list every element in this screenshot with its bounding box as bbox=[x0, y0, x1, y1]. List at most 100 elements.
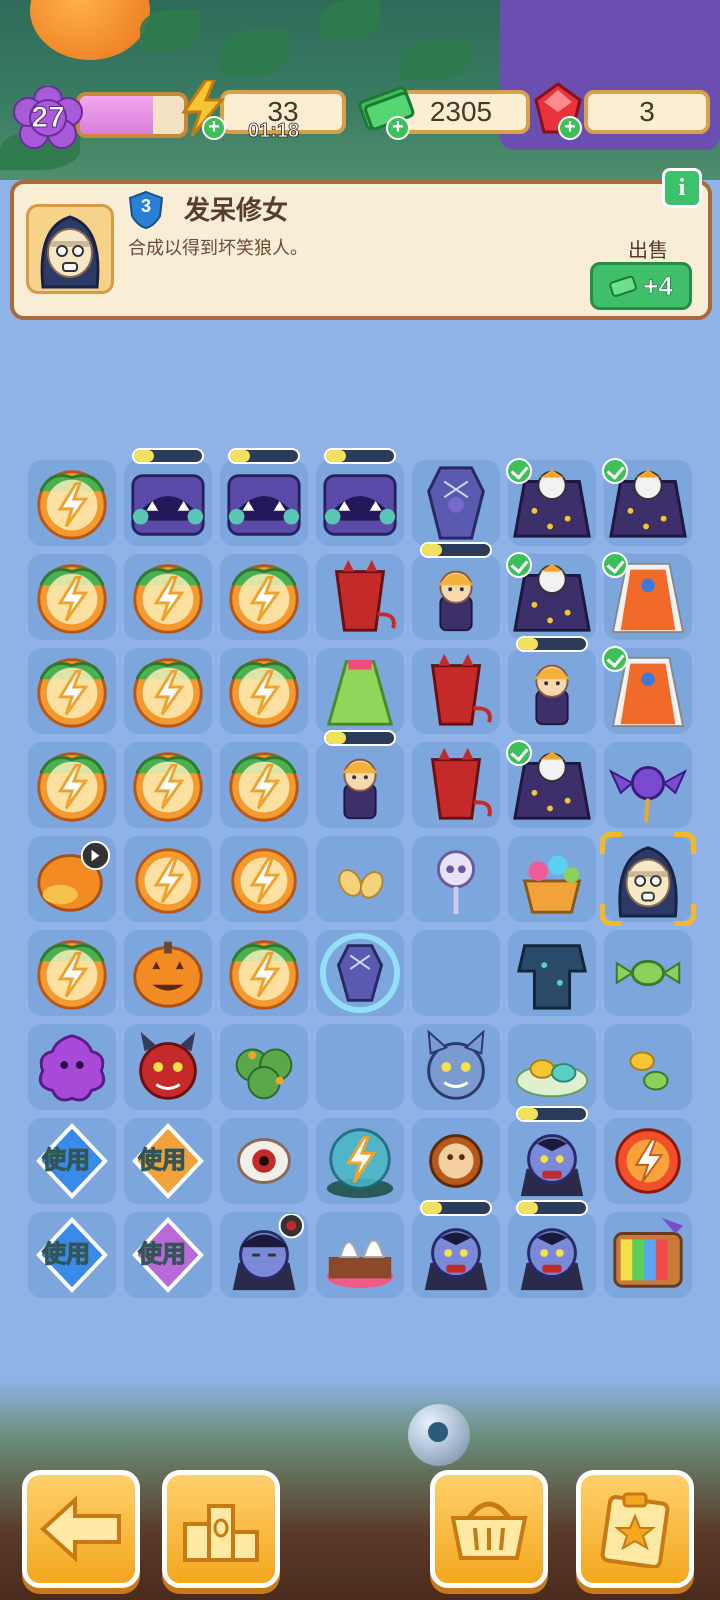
board-cell[interactable] bbox=[600, 1020, 696, 1114]
board-cell[interactable] bbox=[120, 832, 216, 926]
pumpkin-energy-icon[interactable] bbox=[222, 650, 306, 732]
pumpkin-energy-icon[interactable] bbox=[222, 744, 306, 826]
board-cell[interactable] bbox=[312, 832, 408, 926]
board-cell[interactable] bbox=[216, 1020, 312, 1114]
board-cell[interactable] bbox=[120, 738, 216, 832]
board-cell[interactable] bbox=[600, 1208, 696, 1302]
board-cell[interactable]: 使用 bbox=[120, 1208, 216, 1302]
pumpkin-energy-icon[interactable] bbox=[30, 744, 114, 826]
board-cell[interactable] bbox=[600, 644, 696, 738]
board-cell[interactable] bbox=[600, 550, 696, 644]
devil-costume-icon[interactable] bbox=[414, 744, 498, 826]
pumpkin-energy-icon[interactable] bbox=[30, 556, 114, 638]
witch-kid-icon[interactable] bbox=[510, 650, 594, 732]
board-cell[interactable] bbox=[504, 1020, 600, 1114]
devil-head-icon[interactable] bbox=[126, 1026, 210, 1108]
pumpkin-leak-icon[interactable] bbox=[30, 838, 114, 920]
board-cell[interactable] bbox=[24, 926, 120, 1020]
board-cell[interactable] bbox=[504, 926, 600, 1020]
candy-icon[interactable] bbox=[606, 932, 690, 1014]
add-gem-button[interactable]: + bbox=[558, 116, 582, 140]
board-cell[interactable]: 使用 bbox=[24, 1208, 120, 1302]
board-cell[interactable] bbox=[312, 1020, 408, 1114]
jack-lantern-icon[interactable] bbox=[126, 932, 210, 1014]
board-cell[interactable] bbox=[216, 1208, 312, 1302]
skull-lollipop-icon[interactable] bbox=[414, 838, 498, 920]
vampire-icon[interactable] bbox=[414, 1214, 498, 1296]
werewolf-icon[interactable] bbox=[414, 1026, 498, 1108]
devil-costume-icon[interactable] bbox=[414, 650, 498, 732]
candy-plate-icon[interactable] bbox=[510, 1026, 594, 1108]
vampire-icon[interactable] bbox=[510, 1214, 594, 1296]
board-cell[interactable] bbox=[120, 550, 216, 644]
board-cell[interactable] bbox=[600, 832, 696, 926]
board-cell[interactable] bbox=[504, 738, 600, 832]
board-cell[interactable] bbox=[408, 1020, 504, 1114]
pumpkin-energy-icon[interactable] bbox=[30, 650, 114, 732]
board-cell[interactable] bbox=[600, 738, 696, 832]
board-cell[interactable] bbox=[120, 926, 216, 1020]
flower-basket-icon[interactable] bbox=[510, 838, 594, 920]
board-cell[interactable] bbox=[408, 832, 504, 926]
board-cell[interactable] bbox=[216, 550, 312, 644]
witch-kid-icon[interactable] bbox=[318, 744, 402, 826]
board-cell[interactable] bbox=[24, 550, 120, 644]
board-cell[interactable] bbox=[408, 926, 504, 1020]
board-cell[interactable] bbox=[120, 1020, 216, 1114]
pumpkin-energy-icon[interactable] bbox=[222, 932, 306, 1014]
board-cell[interactable] bbox=[504, 550, 600, 644]
board-cell[interactable] bbox=[24, 1020, 120, 1114]
seeds-icon[interactable] bbox=[318, 838, 402, 920]
board-cell[interactable] bbox=[408, 644, 504, 738]
candy-pile-icon[interactable] bbox=[606, 1026, 690, 1108]
witch-kid-icon[interactable] bbox=[414, 556, 498, 638]
vampire-icon[interactable] bbox=[510, 1120, 594, 1202]
board-cell[interactable] bbox=[312, 644, 408, 738]
pumpkin-energy-icon[interactable] bbox=[126, 650, 210, 732]
ghost-cake-icon[interactable] bbox=[318, 1214, 402, 1296]
monster-chest-icon[interactable] bbox=[126, 462, 210, 544]
board-cell[interactable] bbox=[408, 738, 504, 832]
board-cell[interactable] bbox=[504, 1106, 600, 1208]
board-cell[interactable] bbox=[408, 1200, 504, 1302]
board-cell[interactable] bbox=[312, 448, 408, 550]
fire-orb-icon[interactable] bbox=[606, 1120, 690, 1202]
bat-icon[interactable] bbox=[606, 744, 690, 826]
vampire-sleepy-icon[interactable] bbox=[222, 1214, 306, 1296]
board-cell[interactable] bbox=[216, 1114, 312, 1208]
cookie-icon[interactable] bbox=[414, 1120, 498, 1202]
vine-bush-icon[interactable] bbox=[222, 1026, 306, 1108]
board-cell[interactable] bbox=[216, 738, 312, 832]
board-cell[interactable] bbox=[312, 550, 408, 644]
pumpkin-energy-icon[interactable] bbox=[126, 744, 210, 826]
monster-chest-icon[interactable] bbox=[318, 462, 402, 544]
pumpkin-energy-icon[interactable] bbox=[222, 556, 306, 638]
energy-spawner-icon[interactable] bbox=[318, 1120, 402, 1202]
board-cell[interactable]: 使用 bbox=[24, 1114, 120, 1208]
board-cell[interactable] bbox=[504, 1200, 600, 1302]
board-cell[interactable] bbox=[600, 1114, 696, 1208]
pajamas-icon[interactable] bbox=[510, 932, 594, 1014]
board-cell[interactable] bbox=[600, 456, 696, 550]
board-cell[interactable] bbox=[408, 1114, 504, 1208]
add-cash-button[interactable]: + bbox=[386, 116, 410, 140]
board-cell[interactable] bbox=[504, 456, 600, 550]
board-cell[interactable] bbox=[216, 644, 312, 738]
board-cell[interactable] bbox=[24, 832, 120, 926]
shop-basket-button[interactable] bbox=[430, 1470, 548, 1588]
board-cell[interactable] bbox=[312, 1208, 408, 1302]
board-cell[interactable] bbox=[216, 832, 312, 926]
board-cell[interactable] bbox=[24, 456, 120, 550]
monster-chest-icon[interactable] bbox=[222, 462, 306, 544]
board-cell[interactable] bbox=[24, 644, 120, 738]
board-cell[interactable] bbox=[216, 448, 312, 550]
board-cell[interactable]: 使用 bbox=[120, 1114, 216, 1208]
leaderboard-button[interactable] bbox=[162, 1470, 280, 1588]
info-button[interactable]: i bbox=[662, 168, 702, 208]
tv-box-icon[interactable] bbox=[606, 1214, 690, 1296]
gem-counter[interactable]: 3 bbox=[584, 90, 710, 134]
sell-button[interactable]: +4 bbox=[590, 262, 692, 310]
pumpkin-energy-icon[interactable] bbox=[30, 462, 114, 544]
tasks-clipboard-button[interactable] bbox=[576, 1470, 694, 1588]
player-level-badge[interactable]: 27 bbox=[12, 86, 84, 150]
